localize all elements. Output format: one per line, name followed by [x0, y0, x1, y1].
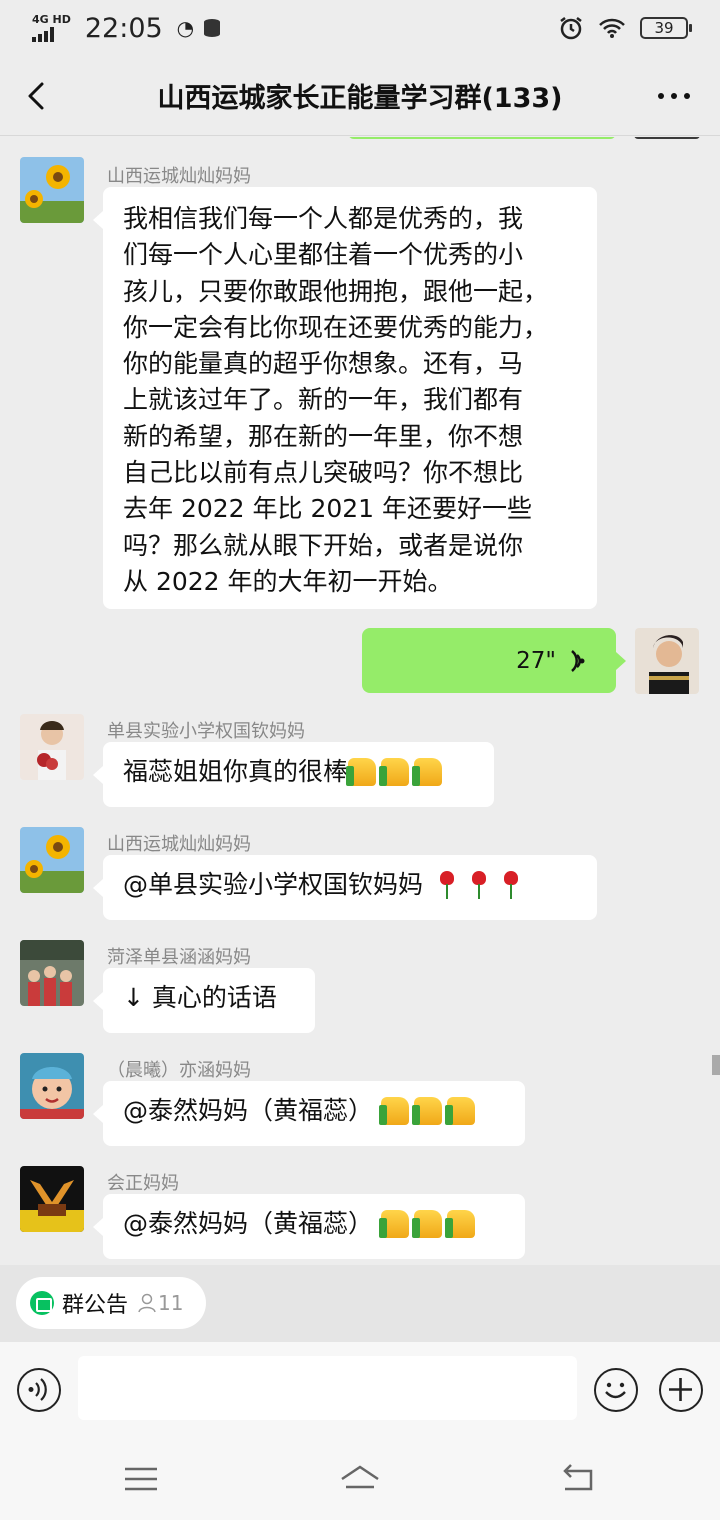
input-bar	[0, 1342, 720, 1437]
thumbs-up-icon	[411, 1210, 442, 1238]
scrollbar[interactable]	[712, 1055, 720, 1075]
voice-duration: 27"	[516, 647, 556, 674]
announcement-label: 群公告	[62, 1293, 129, 1318]
avatar[interactable]	[20, 157, 84, 223]
rose-icon	[471, 871, 486, 899]
sender-name: 山西运城灿灿妈妈	[107, 166, 251, 187]
message-bubble[interactable]: 福蕊姐姐你真的很棒	[93, 742, 494, 807]
thumbs-up-icon	[346, 758, 377, 786]
home-icon[interactable]	[338, 1459, 382, 1499]
emoji-button[interactable]	[594, 1368, 638, 1412]
system-nav-bar	[0, 1437, 720, 1520]
storage-icon	[204, 19, 221, 37]
message-list[interactable]: 山西运城灿灿妈妈 我相信我们每一个人都是优秀的，我 们每一个人心里都住着一个优秀…	[0, 137, 720, 1265]
announcement-count: 11	[138, 1291, 183, 1315]
previous-message-bubble	[348, 137, 616, 139]
wifi-icon	[599, 18, 625, 38]
voice-message-bubble[interactable]: 27"	[362, 628, 626, 693]
chat-header: 山西运城家长正能量学习群(133)	[0, 56, 720, 136]
sender-name: 会正妈妈	[107, 1173, 179, 1194]
sender-name: 菏泽单县涵涵妈妈	[107, 947, 251, 968]
announcement-icon	[30, 1291, 54, 1315]
self-avatar[interactable]	[635, 628, 699, 694]
clock: 22:05	[84, 12, 163, 44]
message-text: @泰然妈妈（黄福蕊）	[123, 1096, 374, 1125]
thumbs-up-icon	[411, 1097, 442, 1125]
alarm-icon	[560, 17, 582, 40]
message-bubble[interactable]: ↓ 真心的话语	[93, 968, 315, 1033]
avatar[interactable]	[20, 940, 84, 1006]
sender-name: （晨曦）亦涵妈妈	[107, 1060, 251, 1081]
more-options-icon[interactable]	[656, 82, 692, 110]
thumbs-up-icon	[379, 758, 410, 786]
more-functions-button[interactable]	[659, 1368, 703, 1412]
message-bubble[interactable]: 我相信我们每一个人都是优秀的，我 们每一个人心里都住着一个优秀的小 孩儿，只要你…	[93, 187, 597, 609]
message-bubble[interactable]: @泰然妈妈（黄福蕊）	[93, 1194, 525, 1259]
avatar[interactable]	[20, 1053, 84, 1119]
signal-icon	[32, 26, 71, 42]
network-label: 4G HD	[32, 13, 71, 26]
thumbs-up-icon	[378, 1210, 409, 1238]
sender-name: 单县实验小学权国钦妈妈	[107, 721, 305, 742]
message-text: 福蕊姐姐你真的很棒	[123, 757, 349, 786]
avatar[interactable]	[20, 714, 84, 780]
battery-icon: 39	[640, 17, 692, 39]
avatar[interactable]	[20, 1166, 84, 1232]
thumbs-up-icon	[412, 758, 443, 786]
voice-input-button[interactable]	[17, 1368, 61, 1412]
group-announcement-button[interactable]: 群公告 11	[16, 1277, 206, 1329]
announcement-bar: 群公告 11	[0, 1265, 720, 1342]
voice-icon	[28, 1378, 47, 1401]
message-bubble[interactable]: @单县实验小学权国钦妈妈	[93, 855, 597, 920]
status-bar: 4G HD 22:05 ◔ 39	[0, 0, 720, 56]
rose-icon	[503, 871, 518, 899]
avatar[interactable]	[20, 827, 84, 893]
thumbs-up-icon	[444, 1210, 475, 1238]
back-icon[interactable]	[557, 1459, 601, 1499]
message-input[interactable]	[78, 1356, 577, 1420]
person-icon	[138, 1293, 156, 1313]
network-indicator: 4G HD	[32, 14, 71, 42]
self-avatar-partial	[634, 137, 700, 139]
message-text: @泰然妈妈（黄福蕊）	[123, 1209, 374, 1238]
rose-icon	[439, 871, 454, 899]
voice-wave-icon	[571, 649, 585, 672]
chat-title: 山西运城家长正能量学习群(133)	[157, 83, 563, 114]
announcement-count-value: 11	[158, 1291, 184, 1315]
battery-level: 39	[654, 19, 674, 37]
message-bubble[interactable]: @泰然妈妈（黄福蕊）	[93, 1081, 525, 1146]
thumbs-up-icon	[378, 1097, 409, 1125]
menu-icon[interactable]	[119, 1459, 163, 1499]
plus-icon	[669, 1378, 692, 1401]
message-text: @单县实验小学权国钦妈妈	[123, 870, 424, 899]
back-arrow-icon[interactable]	[22, 78, 56, 114]
thumbs-up-icon	[444, 1097, 475, 1125]
smiley-icon	[605, 1382, 626, 1399]
notification-icon: ◔	[176, 16, 195, 40]
sender-name: 山西运城灿灿妈妈	[107, 834, 251, 855]
